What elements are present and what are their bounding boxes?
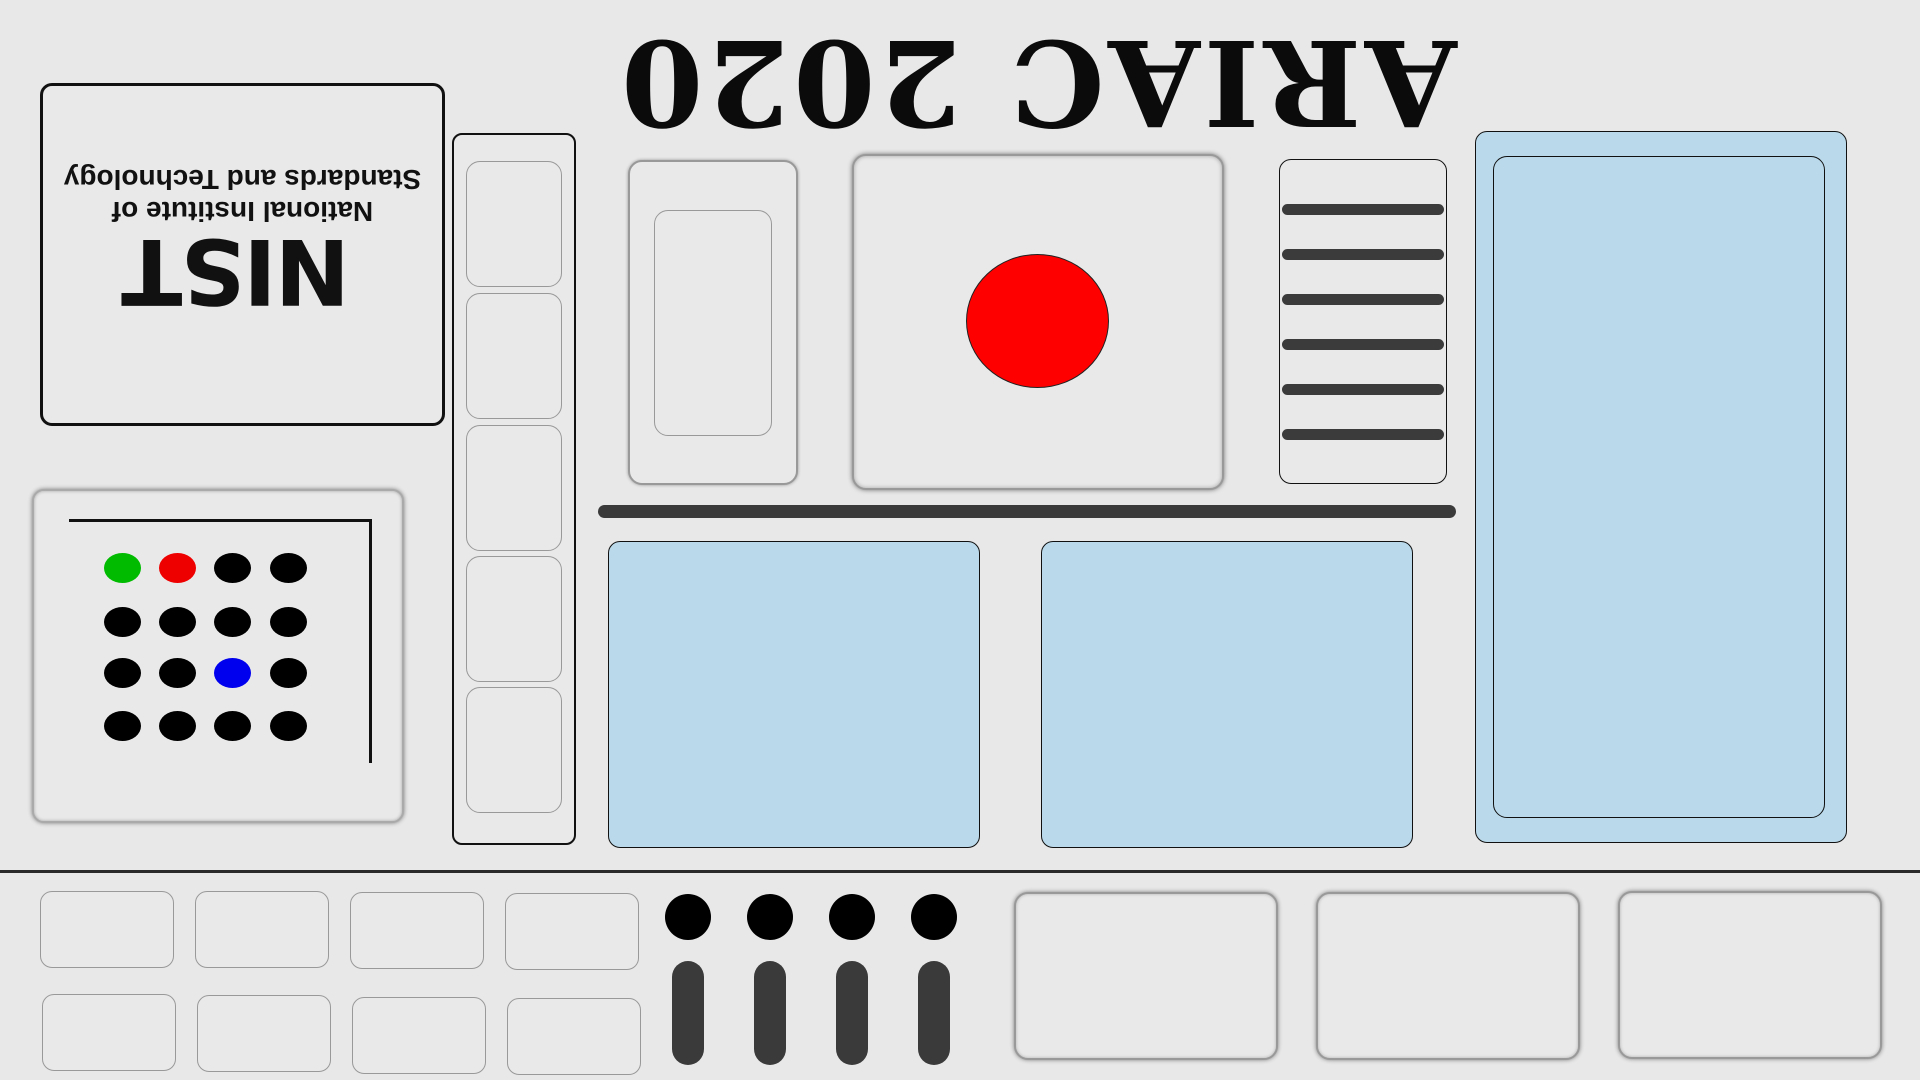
stripe xyxy=(1282,339,1444,350)
red-marker xyxy=(966,254,1109,388)
nist-name-line1: National Institute of xyxy=(111,196,374,227)
station-knob xyxy=(829,894,875,940)
grid-dot-black xyxy=(159,658,196,688)
grid-dot-black xyxy=(270,711,307,741)
shelf-slot xyxy=(42,994,176,1071)
stripe xyxy=(1282,429,1444,440)
station-knob xyxy=(911,894,957,940)
station-box xyxy=(1014,892,1278,1060)
grid-dot-black xyxy=(270,658,307,688)
page-title: ARIAC 2020 xyxy=(617,13,1457,153)
vertical-bin-slot xyxy=(466,556,562,682)
shelf-slot xyxy=(352,997,486,1074)
grid-dot-black xyxy=(270,553,307,583)
nist-logo-panel: NIST National Institute of Standards and… xyxy=(40,83,445,426)
stripe xyxy=(1282,249,1444,260)
shelf-slot xyxy=(197,995,331,1072)
grid-dot-black xyxy=(214,553,251,583)
blue-bin-right-inner xyxy=(1493,156,1825,818)
vertical-bin-slot xyxy=(466,687,562,813)
stripe xyxy=(1282,384,1444,395)
grid-dot-black xyxy=(214,607,251,637)
nist-logo: NIST National Institute of Standards and… xyxy=(43,86,442,423)
station-pillar xyxy=(918,961,950,1065)
station-pillar xyxy=(672,961,704,1065)
station-pillar xyxy=(836,961,868,1065)
grid-dot-black xyxy=(270,607,307,637)
nist-wordmark: NIST xyxy=(122,218,350,323)
stripe xyxy=(1282,204,1444,215)
grid-dot-black xyxy=(104,658,141,688)
station-box xyxy=(1618,891,1882,1059)
vertical-bin-slot xyxy=(466,425,562,551)
nist-name-line2: Standards and Technology xyxy=(63,164,422,195)
grid-dot-black xyxy=(214,711,251,741)
station-box xyxy=(1316,892,1580,1060)
floor-divider xyxy=(0,870,1920,873)
vertical-bin-slot xyxy=(466,161,562,287)
grid-dot-blue xyxy=(214,658,251,688)
grid-dot-black xyxy=(104,607,141,637)
grid-dot-black xyxy=(159,711,196,741)
shelf-slot xyxy=(195,891,329,968)
stripe xyxy=(1282,294,1444,305)
vertical-bin-slot xyxy=(466,293,562,419)
station-knob xyxy=(747,894,793,940)
shelf-slot xyxy=(350,892,484,969)
station-knob xyxy=(665,894,711,940)
grid-dot-black xyxy=(104,711,141,741)
grid-dot-red xyxy=(159,553,196,583)
shelf-slot xyxy=(40,891,174,968)
conveyor-rail xyxy=(598,505,1456,518)
station-pillar xyxy=(754,961,786,1065)
ariac-arena-canvas: ARIAC 2020 NIST National Institute of St… xyxy=(0,0,1920,1080)
blue-bin-left xyxy=(608,541,980,848)
blue-bin-center xyxy=(1041,541,1413,848)
small-tray-inner xyxy=(654,210,772,436)
grid-dot-black xyxy=(159,607,196,637)
shelf-slot xyxy=(507,998,641,1075)
grid-dot-green xyxy=(104,553,141,583)
shelf-slot xyxy=(505,893,639,970)
